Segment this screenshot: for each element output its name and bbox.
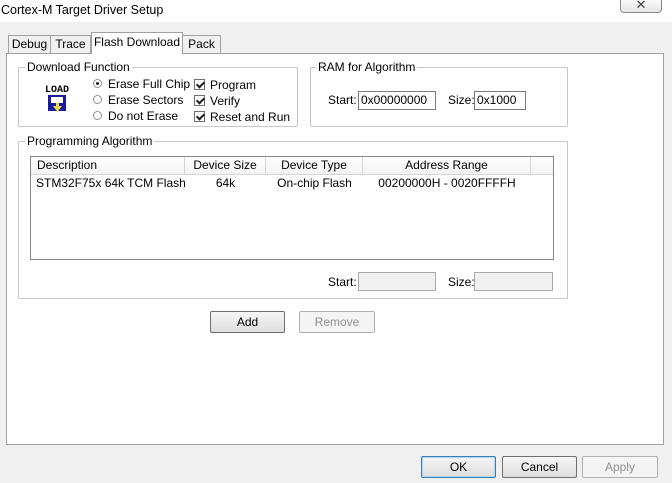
- apply-button[interactable]: Apply: [582, 456, 658, 478]
- verify-checkbox[interactable]: [194, 95, 205, 106]
- remove-button[interactable]: Remove: [299, 311, 375, 333]
- algorithm-size-input[interactable]: [474, 272, 553, 291]
- algorithm-start-input[interactable]: [358, 272, 436, 291]
- row-device-type: On-chip Flash: [277, 176, 352, 190]
- do-not-erase-label: Do not Erase: [108, 109, 179, 123]
- ram-legend: RAM for Algorithm: [316, 60, 418, 74]
- algorithm-list[interactable]: Description Device Size Device Type Addr…: [30, 156, 554, 260]
- ram-size-label: Size:: [448, 93, 475, 107]
- algorithm-size-label: Size:: [448, 275, 475, 289]
- download-function-legend: Download Function: [25, 60, 132, 74]
- programming-algorithm-legend: Programming Algorithm: [25, 134, 155, 148]
- cancel-button[interactable]: Cancel: [502, 456, 577, 478]
- tab-trace[interactable]: Trace: [50, 35, 91, 53]
- column-address-range[interactable]: Address Range: [363, 157, 531, 175]
- algorithm-start-label: Start:: [328, 275, 357, 289]
- load-icon: LOAD: [40, 82, 74, 112]
- verify-label: Verify: [210, 94, 241, 108]
- add-button[interactable]: Add: [210, 311, 285, 333]
- row-description: STM32F75x 64k TCM Flash: [36, 176, 186, 190]
- do-not-erase-radio[interactable]: [93, 111, 102, 120]
- column-description[interactable]: Description: [31, 157, 185, 175]
- tab-debug[interactable]: Debug: [8, 35, 51, 53]
- tab-flash-download[interactable]: Flash Download: [91, 32, 183, 54]
- row-address-range: 00200000H - 0020FFFFH: [378, 176, 516, 190]
- close-button[interactable]: ✕: [620, 0, 662, 13]
- row-device-size: 64k: [215, 176, 236, 190]
- table-row[interactable]: STM32F75x 64k TCM Flash 64k On-chip Flas…: [31, 176, 553, 192]
- erase-sectors-label: Erase Sectors: [108, 93, 184, 107]
- program-checkbox[interactable]: [194, 79, 205, 90]
- close-icon: ✕: [635, 0, 647, 12]
- tab-pack[interactable]: Pack: [182, 35, 221, 53]
- ram-start-input[interactable]: 0x00000000: [358, 91, 436, 110]
- reset-and-run-label: Reset and Run: [210, 110, 291, 124]
- ram-start-label: Start:: [328, 93, 357, 107]
- ok-button[interactable]: OK: [421, 456, 496, 478]
- window-title: Cortex-M Target Driver Setup: [1, 3, 164, 17]
- column-filler: [531, 157, 553, 175]
- column-device-type[interactable]: Device Type: [266, 157, 363, 175]
- load-icon-text: LOAD: [45, 85, 69, 96]
- column-device-size[interactable]: Device Size: [185, 157, 266, 175]
- erase-sectors-radio[interactable]: [93, 95, 102, 104]
- ram-size-input[interactable]: 0x1000: [474, 91, 526, 110]
- erase-full-chip-label: Erase Full Chip: [108, 77, 191, 91]
- erase-full-chip-radio[interactable]: [93, 79, 102, 88]
- reset-and-run-checkbox[interactable]: [194, 111, 205, 122]
- program-label: Program: [210, 78, 257, 92]
